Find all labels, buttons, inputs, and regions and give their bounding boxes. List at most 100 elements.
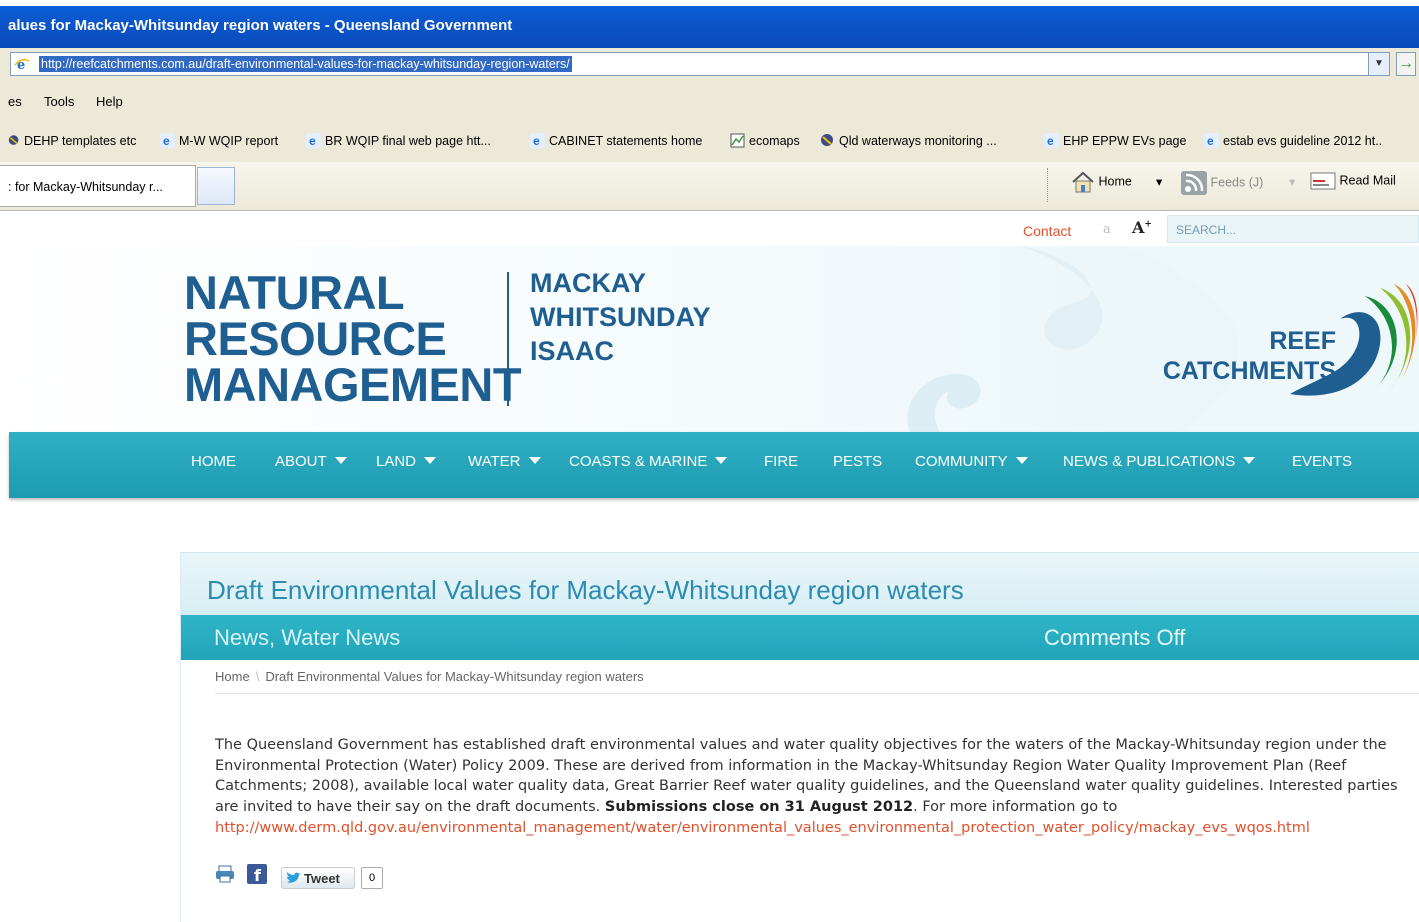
tab-label: : for Mackay-Whitsunday r... <box>8 180 163 194</box>
twitter-bird-icon <box>287 872 301 883</box>
read-mail-button[interactable]: Read Mail <box>1310 171 1396 191</box>
logo-line: NATURAL <box>184 266 405 319</box>
nav-news-publications[interactable]: NEWS & PUBLICATIONS <box>1063 453 1256 470</box>
nav-about[interactable]: ABOUT <box>275 453 347 470</box>
derm-info-link[interactable]: http://www.derm.qld.gov.au/environmental… <box>215 820 1310 836</box>
font-increase-button[interactable]: A+ <box>1132 218 1152 237</box>
logo-divider <box>507 272 509 406</box>
menu-bar: es Tools Help <box>0 82 1419 120</box>
toolbar-separator <box>1047 168 1048 202</box>
globe-icon <box>8 135 19 145</box>
favorite-label: EHP EPPW EVs page <box>1063 134 1187 148</box>
utility-bar: Contact a A+ SEARCH... <box>0 210 1419 246</box>
post-title-bar: Draft Environmental Values for Mackay-Wh… <box>181 552 1419 616</box>
caret-down-icon <box>1015 457 1028 464</box>
breadcrumb-home[interactable]: Home <box>215 669 250 684</box>
menu-tools[interactable]: Tools <box>44 94 74 109</box>
nav-label: COASTS & MARINE <box>569 453 708 470</box>
read-mail-label: Read Mail <box>1339 173 1396 188</box>
nav-land[interactable]: LAND <box>376 453 437 470</box>
svg-text:e: e <box>309 134 316 148</box>
favorite-mw-wqip[interactable]: e M-W WQIP report <box>160 133 278 148</box>
submission-deadline: Submissions close on 31 August 2012 <box>604 799 914 816</box>
nav-label: COMMUNITY <box>915 453 1008 470</box>
address-field[interactable]: e http://reefcatchments.com.au/draft-env… <box>10 52 1390 76</box>
map-icon <box>730 133 745 148</box>
favorite-ehp-eppw[interactable]: e EHP EPPW EVs page <box>1044 133 1186 148</box>
favorite-label: Qld waterways monitoring ... <box>839 134 997 148</box>
favorite-estab-evs[interactable]: e estab evs guideline 2012 ht.. <box>1204 133 1382 148</box>
font-decrease-button[interactable]: a <box>1103 222 1111 237</box>
favorite-label: DEHP templates etc <box>24 134 137 148</box>
nav-pests[interactable]: PESTS <box>833 453 882 470</box>
home-button[interactable]: Home <box>1071 171 1132 193</box>
reef-swirl-icon <box>1290 284 1418 396</box>
main-nav: HOME ABOUT LAND WATER COASTS & MARINE FI… <box>9 432 1419 498</box>
address-bar-row: e http://reefcatchments.com.au/draft-env… <box>0 48 1419 82</box>
caret-down-icon <box>528 457 541 464</box>
caret-down-icon <box>334 457 347 464</box>
favorite-label: M-W WQIP report <box>179 134 279 148</box>
globe-icon <box>821 134 833 146</box>
svg-text:e: e <box>1207 134 1214 148</box>
new-tab-button[interactable] <box>197 167 235 205</box>
feeds-icon <box>1181 171 1207 195</box>
svg-text:f: f <box>254 866 262 884</box>
favorite-qld-waterways[interactable]: Qld waterways monitoring ... <box>820 133 997 148</box>
nav-fire[interactable]: FIRE <box>764 453 798 470</box>
feeds-dropdown-icon[interactable]: ▾ <box>1289 174 1295 189</box>
nav-events[interactable]: EVENTS <box>1292 453 1352 470</box>
menu-favorites[interactable]: es <box>8 94 22 109</box>
region-line: WHITSUNDAY <box>530 302 711 332</box>
favorite-dehp-templates[interactable]: DEHP templates etc <box>8 133 136 148</box>
window-title-bar: alues for Mackay-Whitsunday region water… <box>0 0 1419 48</box>
logo-line: MANAGEMENT <box>184 358 522 411</box>
search-input[interactable]: SEARCH... <box>1167 215 1419 243</box>
go-button[interactable]: → <box>1396 52 1416 76</box>
region-line: ISAAC <box>530 336 615 366</box>
contact-link[interactable]: Contact <box>1023 223 1071 239</box>
facebook-icon[interactable]: f <box>247 864 267 884</box>
region-name: MACKAY WHITSUNDAY ISAAC <box>530 266 711 368</box>
nav-label: PESTS <box>833 453 883 470</box>
tab-active[interactable]: : for Mackay-Whitsunday r... <box>0 165 196 207</box>
address-url[interactable]: http://reefcatchments.com.au/draft-envir… <box>39 56 572 72</box>
tweet-button[interactable]: Tweet <box>281 867 355 889</box>
nav-label: FIRE <box>764 453 799 470</box>
region-line: MACKAY <box>530 268 647 298</box>
feeds-label: Feeds (J) <box>1210 175 1264 190</box>
nav-home[interactable]: HOME <box>191 453 236 470</box>
post-categories[interactable]: News, Water News <box>214 625 400 651</box>
favorite-br-wqip[interactable]: e BR WQIP final web page htt... <box>306 133 491 148</box>
nav-coasts-marine[interactable]: COASTS & MARINE <box>569 453 728 470</box>
ie-page-icon: e <box>14 56 30 77</box>
nav-label: EVENTS <box>1292 453 1353 470</box>
nav-water[interactable]: WATER <box>468 453 541 470</box>
ie-page-icon: e <box>530 133 545 148</box>
tab-bar: : for Mackay-Whitsunday r... Home ▾ Feed… <box>0 162 1419 211</box>
post-comments-status: Comments Off <box>1044 625 1186 650</box>
print-icon[interactable] <box>215 865 235 883</box>
home-dropdown-icon[interactable]: ▾ <box>1156 174 1162 189</box>
mail-icon <box>1310 172 1336 190</box>
breadcrumb: Home \ Draft Environmental Values for Mack… <box>215 669 644 684</box>
nav-community[interactable]: COMMUNITY <box>915 453 1028 470</box>
caret-down-icon <box>715 457 728 464</box>
favorite-ecomaps[interactable]: ecomaps <box>730 133 800 148</box>
font-increase-label: A <box>1132 218 1145 237</box>
post-title[interactable]: Draft Environmental Values for Mackay-Wh… <box>207 575 964 606</box>
menu-help[interactable]: Help <box>96 94 123 109</box>
address-dropdown-icon[interactable]: ▼ <box>1368 53 1389 75</box>
nrm-logo[interactable]: NATURAL RESOURCE MANAGEMENT <box>184 266 522 411</box>
caret-down-icon <box>424 457 437 464</box>
caret-down-icon <box>1243 457 1256 464</box>
svg-text:e: e <box>1047 134 1054 148</box>
feeds-button[interactable]: Feeds (J) <box>1181 171 1263 195</box>
breadcrumb-separator: \ <box>255 669 260 684</box>
favorite-cabinet[interactable]: e CABINET statements home <box>530 133 702 148</box>
favorite-label: CABINET statements home <box>549 134 703 148</box>
svg-text:e: e <box>533 134 540 148</box>
window-title: alues for Mackay-Whitsunday region water… <box>8 17 513 34</box>
post-body: The Queensland Government has establishe… <box>215 735 1405 839</box>
favorites-bar: DEHP templates etc e M-W WQIP report e BR … <box>0 120 1419 162</box>
